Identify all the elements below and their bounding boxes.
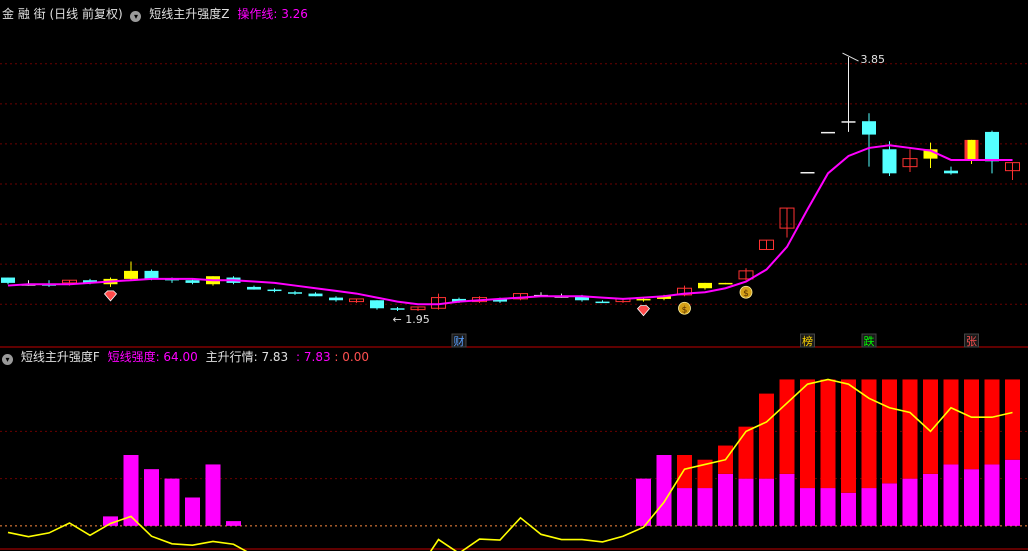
short-strength-bar <box>205 464 221 526</box>
candle-body <box>862 121 876 135</box>
info-icon[interactable]: ▾ <box>2 354 13 365</box>
short-strength-bar <box>841 492 856 526</box>
short-strength-bar <box>697 488 713 526</box>
short-strength-bar <box>861 488 877 526</box>
candle-body <box>718 282 733 285</box>
candle-body <box>944 170 958 174</box>
main-rise-bar <box>738 426 754 479</box>
candle-body <box>800 171 815 174</box>
main-rise-bar <box>861 379 877 489</box>
value-2: : 7.83 <box>296 350 331 364</box>
candle-body <box>390 308 405 310</box>
short-strength-bar <box>144 469 159 526</box>
candle-body <box>985 131 999 162</box>
short-strength-bar <box>718 473 733 526</box>
value-3: : 0.00 <box>334 350 369 364</box>
main-rise-label: 主升行情: 7.83 <box>205 350 289 364</box>
overlay-annotations: 3.85 ← 1.95 财 榜 跌 张 $ $ <box>103 52 979 348</box>
short-strength-bar <box>779 473 795 526</box>
candle-body <box>247 286 261 290</box>
main-rise-bar <box>677 455 692 489</box>
lower-indicator-name: 短线主升强度F <box>20 350 100 364</box>
short-strength-bar <box>984 464 1000 526</box>
candle-body <box>882 149 897 174</box>
candle-body <box>185 280 200 283</box>
signal-marker-label: 财 <box>454 334 465 348</box>
short-strength-bar <box>882 483 897 526</box>
stock-title: 金 融 街 (日线 前复权) <box>2 7 123 21</box>
operation-line <box>7 144 1013 306</box>
main-rise-bar <box>759 393 774 479</box>
main-rise-bar <box>800 379 815 489</box>
candle-body-center <box>967 139 976 160</box>
diamond-icon <box>103 290 118 302</box>
short-strength-bar <box>923 473 938 526</box>
signal-marker-label: 榜 <box>802 334 813 348</box>
signal-marker-label: 张 <box>966 335 977 348</box>
short-strength-bar <box>759 478 774 526</box>
low-label: ← 1.95 <box>393 313 430 326</box>
candle-body <box>636 298 651 301</box>
chart-svg: 3.85 ← 1.95 财 榜 跌 张 $ $ <box>0 52 1028 551</box>
short-strength-bar <box>800 488 815 526</box>
money-bag-symbol: $ <box>682 305 688 315</box>
main-rise-bar <box>841 379 856 493</box>
main-rise-bar <box>964 379 979 470</box>
candle-body <box>595 301 610 304</box>
main-rise-bar <box>902 379 918 479</box>
main-rise-bar <box>882 379 897 484</box>
short-strength-label: 短线强度: 64.00 <box>107 350 198 364</box>
short-strength-bar <box>820 488 836 526</box>
candle-body <box>288 292 302 294</box>
diamond-icon <box>636 305 651 317</box>
candle-body <box>144 270 159 279</box>
candle-body <box>124 270 138 279</box>
upper-header: 金 融 街 (日线 前复权) ▾ 短线主升强度Z 操作线: 3.26 <box>2 6 312 22</box>
main-rise-bar <box>820 379 836 489</box>
short-strength-bar <box>226 521 241 526</box>
main-rise-bar <box>1005 379 1020 460</box>
short-strength-bar <box>1005 459 1020 526</box>
main-rise-bar <box>984 379 1000 465</box>
info-icon[interactable]: ▾ <box>130 11 142 22</box>
candle-body <box>308 293 323 297</box>
short-strength-bar <box>185 497 200 526</box>
indicator-name: 短线主升强度Z <box>149 7 230 21</box>
short-strength-bar <box>123 455 139 526</box>
short-strength-bar <box>677 488 692 526</box>
high-pointer <box>842 52 859 62</box>
candle-body <box>698 282 712 289</box>
high-label: 3.85 <box>861 53 886 66</box>
short-strength-bar <box>738 478 754 526</box>
candle-body <box>821 131 835 134</box>
candle-body <box>841 121 856 123</box>
candle-body <box>1 277 15 283</box>
short-strength-bar <box>902 478 918 526</box>
main-rise-bar <box>779 379 795 474</box>
macd-bars <box>103 379 1020 526</box>
candle-body <box>370 300 384 309</box>
short-strength-bar <box>636 478 651 526</box>
short-strength-bar <box>656 455 672 526</box>
short-strength-bar <box>164 478 180 526</box>
short-strength-bar <box>943 464 959 526</box>
candle-body <box>329 297 343 301</box>
money-bag-symbol: $ <box>743 289 749 299</box>
lower-header: ▾ 短线主升强度F 短线强度: 64.00 主升行情: 7.83 : 7.83 … <box>2 349 373 365</box>
operation-line-label: 操作线: 3.26 <box>237 7 308 21</box>
chart-window: 3.85 ← 1.95 财 榜 跌 张 $ $ 金 融 街 (日线 前复权) ▾ 短线主升强度… <box>0 0 1028 551</box>
short-strength-bar <box>964 469 979 526</box>
signal-marker-label: 跌 <box>864 334 875 348</box>
candle-body <box>267 289 282 292</box>
main-rise-bar <box>943 379 959 465</box>
